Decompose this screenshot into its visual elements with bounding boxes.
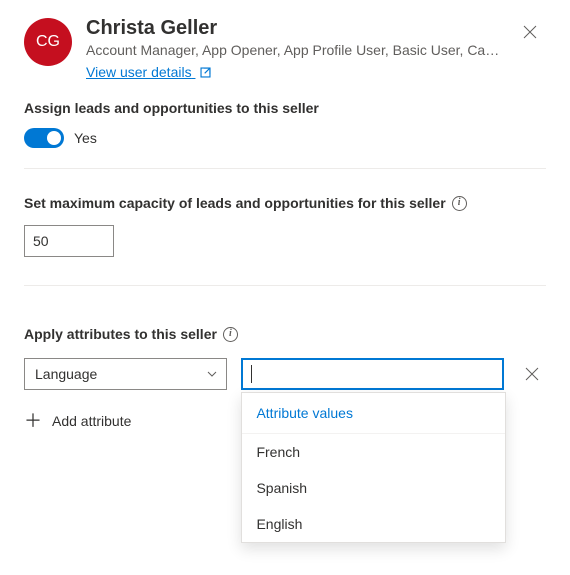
dropdown-header: Attribute values xyxy=(242,393,505,434)
info-icon[interactable]: i xyxy=(452,196,467,211)
attribute-key-value: Language xyxy=(35,366,97,382)
divider xyxy=(24,168,546,169)
capacity-input[interactable] xyxy=(24,225,114,257)
divider xyxy=(24,285,546,286)
close-icon xyxy=(525,367,539,381)
assign-toggle-text: Yes xyxy=(74,130,97,146)
plus-icon: ＋ xyxy=(24,412,42,430)
open-new-window-icon xyxy=(199,66,212,79)
dropdown-option[interactable]: English xyxy=(242,506,505,542)
close-icon xyxy=(523,25,537,39)
attributes-label: Apply attributes to this seller xyxy=(24,326,217,342)
attribute-value-input[interactable] xyxy=(241,358,504,390)
add-attribute-label: Add attribute xyxy=(52,413,131,429)
dropdown-option[interactable]: Spanish xyxy=(242,470,505,506)
avatar: CG xyxy=(24,18,72,66)
attribute-value-dropdown: Attribute values French Spanish English xyxy=(241,392,506,543)
close-button[interactable] xyxy=(514,16,546,48)
clear-attribute-button[interactable] xyxy=(518,360,546,388)
assign-toggle[interactable] xyxy=(24,128,64,148)
assign-label: Assign leads and opportunities to this s… xyxy=(24,100,546,116)
view-user-details-link[interactable]: View user details xyxy=(86,64,212,80)
view-user-details-label: View user details xyxy=(86,64,192,80)
add-attribute-button[interactable]: ＋ Add attribute xyxy=(24,412,131,430)
user-roles: Account Manager, App Opener, App Profile… xyxy=(86,42,500,58)
attribute-key-select[interactable]: Language xyxy=(24,358,227,390)
page-title: Christa Geller xyxy=(86,16,500,40)
capacity-label: Set maximum capacity of leads and opport… xyxy=(24,195,446,211)
dropdown-option[interactable]: French xyxy=(242,434,505,470)
chevron-down-icon xyxy=(206,368,218,380)
info-icon[interactable]: i xyxy=(223,327,238,342)
text-cursor xyxy=(251,365,252,383)
